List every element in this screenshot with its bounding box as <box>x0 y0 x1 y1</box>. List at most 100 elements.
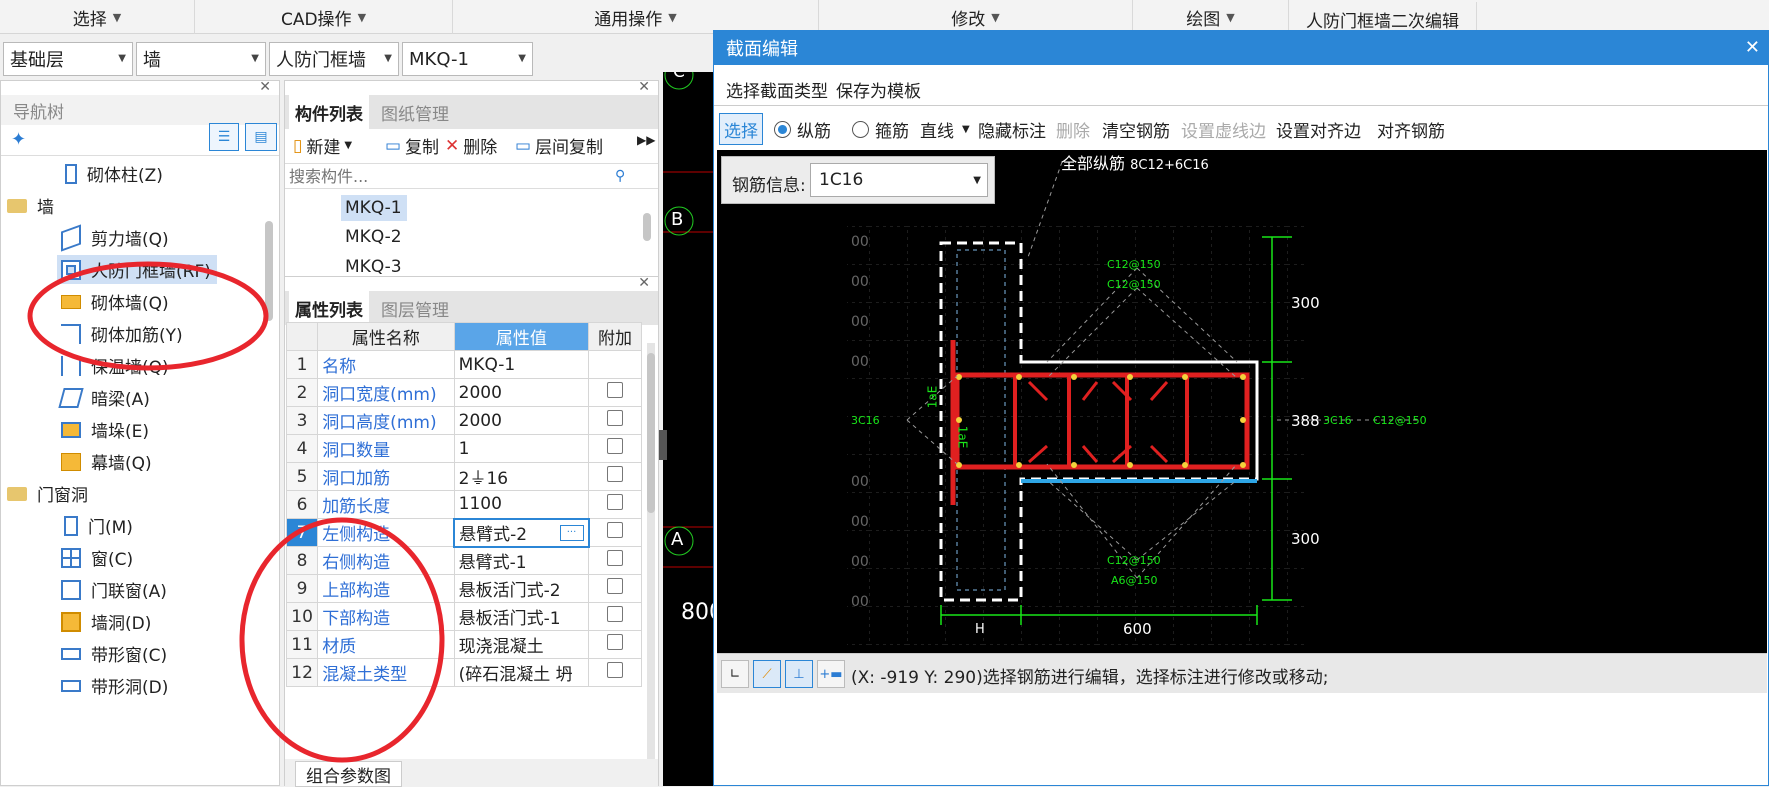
table-row[interactable]: 12 混凝土类型 (碎石混凝土 坍 <box>285 658 642 687</box>
ribbon-tab-cad[interactable]: CAD操作 ▼ <box>195 0 453 34</box>
ortho-icon[interactable]: ∟ <box>721 660 749 688</box>
annotation-right-1[interactable]: 3C16 <box>1323 414 1352 427</box>
table-row[interactable]: 3 洞口高度(mm) 2000 <box>285 406 642 435</box>
set-dashed-edge-button[interactable]: 设置虚线边 <box>1181 113 1266 145</box>
line-dropdown[interactable]: 直线 ▼ <box>920 113 970 145</box>
list-view-icon[interactable]: ☰ <box>209 123 239 151</box>
align-rebar-button[interactable]: 对齐钢筋 <box>1377 113 1445 145</box>
annotation-top1[interactable]: C12@150 <box>1107 258 1161 271</box>
list-scrollbar[interactable] <box>643 213 651 241</box>
select-tool-button[interactable]: 选择 <box>719 113 763 145</box>
delete-tool-button[interactable]: 删除 <box>1056 113 1090 145</box>
floor-copy-button[interactable]: ▭ 层间复制 <box>515 133 603 159</box>
tree-item-wall-pier[interactable]: 墙垛(E) <box>61 417 149 442</box>
tree-item-insulation-wall[interactable]: 保温墙(Q) <box>61 353 169 378</box>
hide-label-button[interactable]: 隐藏标注 <box>978 113 1046 145</box>
annotation-bot2[interactable]: A6@150 <box>1111 574 1158 587</box>
nav-scrollbar[interactable] <box>265 221 273 321</box>
annotation-top2[interactable]: C12@150 <box>1107 278 1161 291</box>
close-icon[interactable]: ✕ <box>1745 37 1760 58</box>
extra-checkbox[interactable] <box>607 634 624 650</box>
tree-item-hidden-beam[interactable]: 暗梁(A) <box>58 385 150 410</box>
category-select[interactable]: 墙 ▼ <box>136 42 266 76</box>
property-value[interactable]: 现浇混凝土 <box>453 630 590 659</box>
extra-checkbox[interactable] <box>607 438 624 454</box>
type-select[interactable]: 人防门框墙 ▼ <box>269 42 399 76</box>
set-align-edge-button[interactable]: 设置对齐边 <box>1276 113 1361 145</box>
property-value[interactable]: MKQ-1 <box>453 350 590 379</box>
component-select[interactable]: MKQ-1 ▼ <box>402 42 533 76</box>
add-sparkle-icon[interactable]: ✦ <box>11 129 26 150</box>
tree-item-shear-wall[interactable]: 剪力墙(Q) <box>61 223 169 252</box>
tree-item-rf-door-wall[interactable]: 人防门框墙(RF) <box>57 255 217 284</box>
tab-combined-params[interactable]: 组合参数图 <box>295 761 402 787</box>
ribbon-tab-draw[interactable]: 绘图 ▼ <box>1133 0 1289 34</box>
tree-folder-openings[interactable]: 门窗洞 <box>7 481 88 506</box>
property-value[interactable]: (碎石混凝土 坍 <box>453 658 590 687</box>
table-row[interactable]: 10 下部构造 悬板活门式-1 <box>285 602 642 631</box>
search-input[interactable] <box>285 166 615 186</box>
tree-folder-wall[interactable]: 墙 <box>7 193 54 218</box>
property-value[interactable]: 悬臂式-1 <box>453 546 590 575</box>
extra-checkbox[interactable] <box>607 550 624 566</box>
select-section-type-button[interactable]: 选择截面类型 <box>726 77 828 102</box>
tree-item-masonry-column[interactable]: 砌体柱(Z) <box>61 161 163 186</box>
extra-checkbox[interactable] <box>607 522 624 538</box>
tab-property-list[interactable]: 属性列表 <box>289 291 369 325</box>
clear-rebar-button[interactable]: 清空钢筋 <box>1102 113 1170 145</box>
annotation-left[interactable]: 3C16 <box>851 414 880 427</box>
ribbon-tab-general[interactable]: 通用操作 ▼ <box>453 0 819 34</box>
table-row[interactable]: 4 洞口数量 1 <box>285 434 642 463</box>
new-button[interactable]: ▯ 新建 ▼ <box>293 133 352 159</box>
perpendicular-icon[interactable]: ⊥ <box>785 660 813 688</box>
search-box[interactable]: ⚲ <box>285 163 658 189</box>
dimension-h[interactable]: H <box>975 622 985 637</box>
table-row[interactable]: 9 上部构造 悬板活门式-2 <box>285 574 642 603</box>
extra-checkbox[interactable] <box>607 662 624 678</box>
property-value[interactable]: 2000 <box>453 378 590 407</box>
tab-layer-management[interactable]: 图层管理 <box>373 291 457 325</box>
tab-drawing-management[interactable]: 图纸管理 <box>373 95 457 129</box>
table-row-selected[interactable]: 7 左侧构造 悬臂式-2 ··· <box>285 517 642 548</box>
list-item[interactable]: MKQ-3 <box>345 257 402 277</box>
property-value[interactable]: 2000 <box>453 406 590 435</box>
extra-checkbox[interactable] <box>607 410 624 426</box>
tree-item-door[interactable]: 门(M) <box>61 513 133 538</box>
property-scrollbar[interactable] <box>647 353 655 513</box>
card-view-icon[interactable]: ▤ <box>245 123 277 151</box>
annotation-lae-1[interactable]: 1aE <box>925 386 939 409</box>
copy-button[interactable]: ▭ 复制 <box>385 133 439 159</box>
table-row[interactable]: 5 洞口加筋 2⏚16 <box>285 462 642 491</box>
extra-checkbox[interactable] <box>607 466 624 482</box>
table-row[interactable]: 2 洞口宽度(mm) 2000 <box>285 378 642 407</box>
close-icon[interactable]: ✕ <box>638 79 650 95</box>
annotation-bot1[interactable]: C12@150 <box>1107 554 1161 567</box>
extra-checkbox[interactable] <box>607 382 624 398</box>
close-icon[interactable]: ✕ <box>259 79 271 95</box>
annotation-right-dim[interactable]: 388 <box>1291 412 1320 430</box>
save-template-button[interactable]: 保存为模板 <box>836 77 921 102</box>
table-row[interactable]: 6 加筋长度 1100 <box>285 490 642 519</box>
annotation-lae-2[interactable]: 1aE <box>955 426 969 449</box>
tree-item-masonry-rebar[interactable]: 砌体加筋(Y) <box>61 321 183 346</box>
property-value[interactable]: 悬板活门式-2 <box>453 574 590 603</box>
extra-checkbox[interactable] <box>607 606 624 622</box>
stirrup-radio[interactable]: 箍筋 <box>852 113 909 145</box>
ellipsis-button[interactable]: ··· <box>559 524 584 541</box>
close-icon[interactable]: ✕ <box>638 275 650 291</box>
rebar-info-select[interactable]: 1C16 ▼ <box>810 163 988 197</box>
list-item[interactable]: MKQ-1 <box>341 195 407 221</box>
table-row[interactable]: 11 材质 现浇混凝土 <box>285 630 642 659</box>
tree-item-wall-hole[interactable]: 墙洞(D) <box>61 609 151 634</box>
delete-button[interactable]: ✕ 删除 <box>445 133 497 159</box>
property-value[interactable]: 1 <box>453 434 590 463</box>
longitudinal-radio[interactable]: 纵筋 <box>774 113 831 145</box>
tree-item-masonry-wall[interactable]: 砌体墙(Q) <box>61 289 169 314</box>
search-icon[interactable]: ⚲ <box>615 168 625 184</box>
tree-item-strip-hole[interactable]: 带形洞(D) <box>61 673 168 698</box>
property-value[interactable]: 2⏚16 <box>453 462 590 491</box>
more-icon[interactable]: ▶▶ <box>637 133 655 147</box>
splitter-handle[interactable] <box>659 430 667 460</box>
tree-item-window[interactable]: 窗(C) <box>61 545 133 570</box>
dimension-bottom[interactable]: 300 <box>1291 530 1320 548</box>
